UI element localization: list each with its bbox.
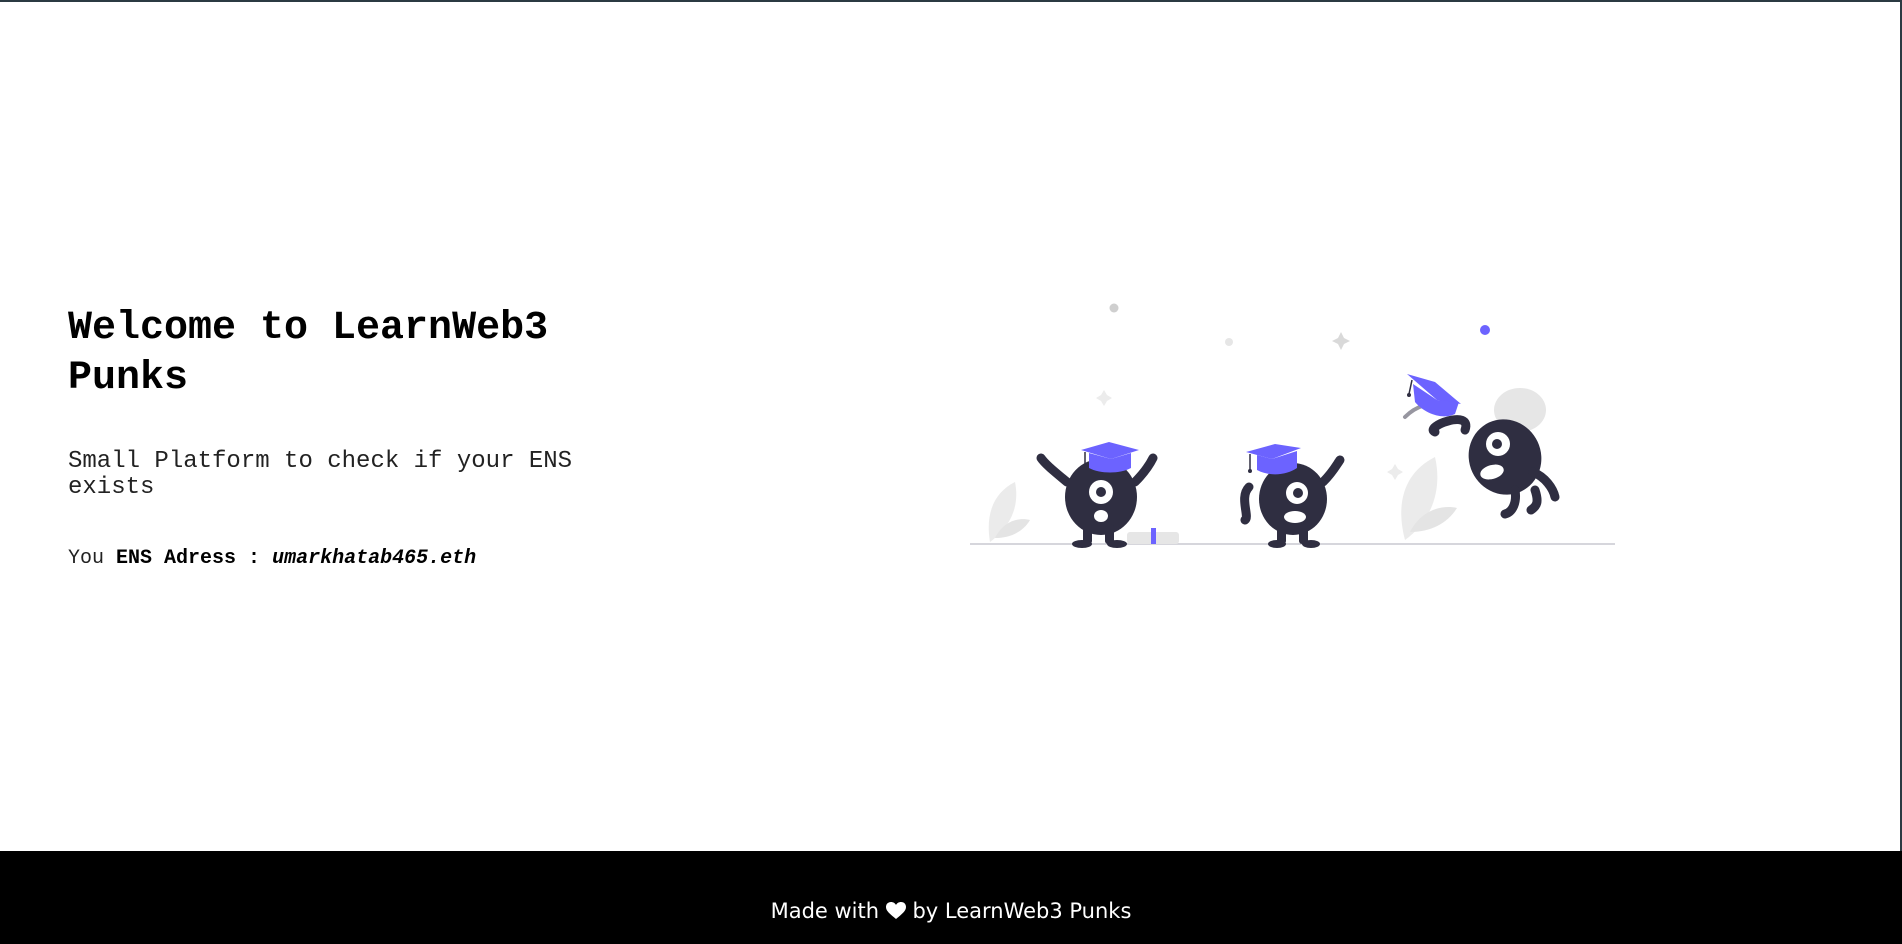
site-footer: Made with by LearnWeb3 Punks xyxy=(0,851,1902,944)
ens-value: umarkhatab465.eth xyxy=(272,547,477,570)
page-title: Welcome to LearnWeb3 Punks xyxy=(68,306,549,401)
page-subtitle: Small Platform to check if your ENS exis… xyxy=(68,448,573,501)
graduate-character-2 xyxy=(1240,444,1345,548)
decor-sparkle xyxy=(1332,332,1350,350)
heart-icon xyxy=(885,902,906,919)
footer-text-before: Made with xyxy=(770,899,880,923)
footer-text-after: by LearnWeb3 Punks xyxy=(912,899,1132,923)
graduation-celebration-illustration xyxy=(970,303,1615,548)
footer-credit: Made with by LearnWeb3 Punks xyxy=(0,898,1902,924)
main-content: Welcome to LearnWeb3 Punks Small Platfor… xyxy=(0,2,1900,851)
decor-dot xyxy=(1225,338,1233,346)
decor-dot-accent xyxy=(1480,325,1490,335)
ens-prefix: You xyxy=(68,547,105,570)
ens-address-line: You ENS Adress : umarkhatab465.eth xyxy=(68,547,476,571)
decor-dot xyxy=(1109,303,1119,313)
diploma-ribbon xyxy=(1151,528,1156,544)
ens-label: ENS Adress : xyxy=(116,547,261,570)
decor-sparkle xyxy=(1096,390,1112,406)
decor-sparkle xyxy=(1387,464,1403,480)
